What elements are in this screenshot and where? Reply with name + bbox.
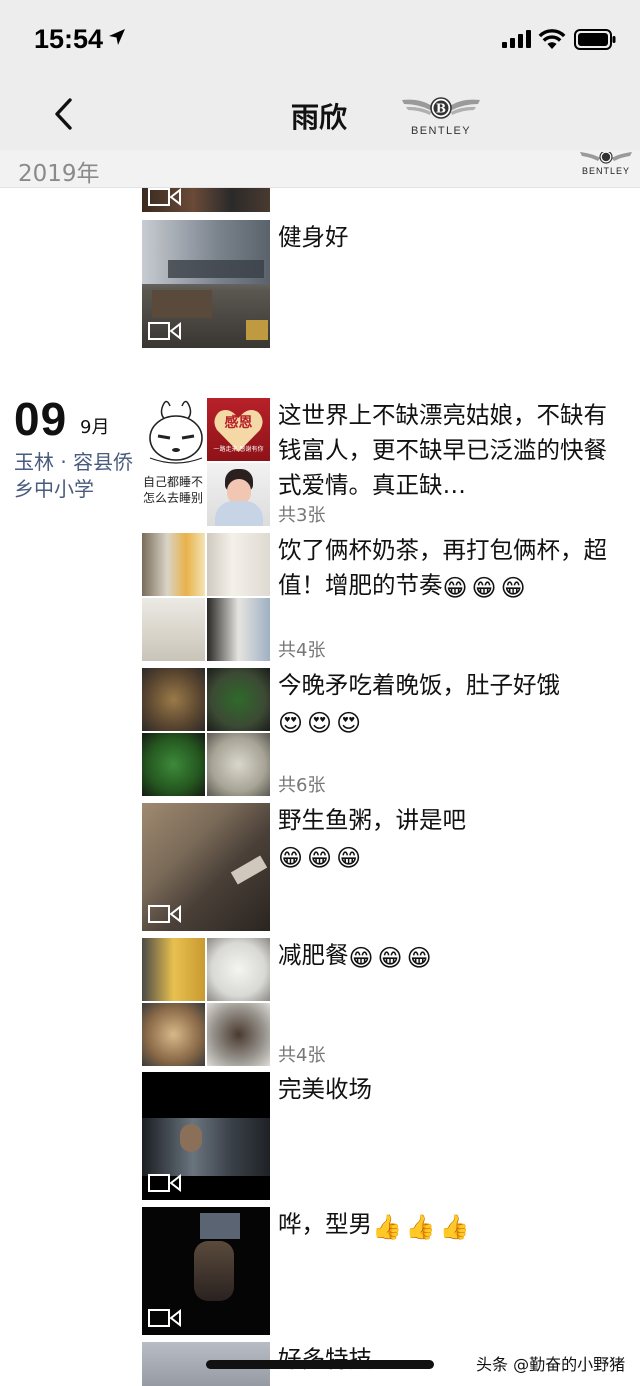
logo-text: BENTLEY (411, 125, 471, 137)
post-text-body: 减肥餐 (278, 941, 349, 969)
status-time: 15:54 (34, 24, 104, 54)
post-text[interactable]: 哗，型男👍 👍 👍 (278, 1207, 624, 1242)
video-thumbnail[interactable] (142, 188, 270, 212)
video-camera-icon (148, 1309, 181, 1327)
grin-emoji: 😁 (336, 844, 362, 872)
page-title: 雨欣 (290, 101, 347, 134)
cellular-signal-icon (502, 30, 531, 48)
grin-emoji: 😁 (500, 574, 526, 602)
year-header: 2019年 BENTLEY (0, 150, 640, 188)
video-camera-icon (148, 1174, 181, 1192)
post-text[interactable]: 完美收场 (278, 1072, 624, 1107)
photo-thumbnail: 自己都睡不怎么去睡别 (142, 398, 205, 526)
heart-eyes-emoji: 😍 (336, 709, 362, 737)
location-link[interactable]: 玉林 · 容县侨乡中小学 (14, 449, 138, 503)
video-camera-icon (148, 322, 181, 340)
post-text-body: 野生鱼粥，讲是吧 (278, 806, 466, 834)
wifi-icon (538, 29, 566, 49)
cartoon-bunny-sticker (149, 400, 203, 464)
photo-thumbnail (207, 938, 270, 1001)
photo-thumbnail (207, 733, 270, 796)
svg-text:B: B (436, 102, 446, 116)
photo-grid[interactable]: 自己都睡不怎么去睡别 感恩 一路走来 感谢有你 (142, 398, 270, 526)
grin-emoji: 😁 (471, 574, 497, 602)
photo-thumbnail (207, 668, 270, 731)
thumbs-up-emoji: 👍 (439, 1213, 470, 1241)
post-text[interactable]: 健身好 (278, 220, 624, 255)
video-camera-icon (148, 188, 181, 206)
thumbs-up-emoji: 👍 (372, 1213, 402, 1241)
grin-emoji: 😁 (348, 944, 374, 972)
card-subtitle: 一路走来 感谢有你 (213, 446, 264, 453)
video-camera-icon (148, 905, 181, 923)
logo-text-small: BENTLEY (582, 166, 630, 176)
grin-emoji: 😁 (406, 944, 432, 972)
bentley-logo: B BENTLEY (402, 97, 480, 137)
post-text-body: 今晚矛吃着晚饭，肚子好饿 (278, 671, 560, 699)
video-thumbnail[interactable] (142, 220, 270, 348)
watermark: 头条 @勤奋的小野猪 (476, 1355, 626, 1374)
photo-thumbnail (207, 533, 270, 596)
photo-thumbnail (142, 938, 205, 1001)
post-text[interactable]: 今晚矛吃着晚饭，肚子好饿 😍 😍 😍 (278, 668, 624, 738)
post-text[interactable]: 减肥餐😁 😁 😁 (278, 938, 624, 973)
photo-grid[interactable] (142, 533, 270, 661)
photo-thumbnail (142, 733, 205, 796)
post-text[interactable]: 野生鱼粥，讲是吧 😁 😁 😁 (278, 803, 624, 873)
photo-count: 共3张 (278, 505, 326, 526)
grin-emoji: 😁 (307, 844, 333, 872)
video-thumbnail[interactable] (142, 803, 270, 931)
card-title: 感恩 (224, 415, 253, 431)
photo-count: 共6张 (278, 775, 326, 796)
date-month: 9月 (80, 417, 110, 438)
sticker-caption: 自己都睡不怎么去睡别 (143, 475, 204, 505)
photo-count: 共4张 (278, 640, 326, 661)
battery-icon (574, 29, 616, 50)
post-text-body: 哗，型男 (278, 1210, 372, 1238)
date-day: 09 (14, 393, 68, 445)
post-text[interactable]: 饮了俩杯奶茶，再打包俩杯，超值！增肥的节奏😁 😁 😁 (278, 533, 624, 603)
photo-thumbnail (207, 463, 270, 526)
post-text[interactable]: 这世界上不缺漂亮姑娘，不缺有钱富人，更不缺早已泛滥的快餐式爱情。真正缺… (278, 398, 624, 503)
photo-thumbnail (207, 1003, 270, 1066)
heart-eyes-emoji: 😍 (278, 709, 304, 737)
video-thumbnail[interactable] (142, 1207, 270, 1335)
home-indicator[interactable] (206, 1360, 434, 1369)
location-arrow-icon (109, 29, 125, 45)
photo-count: 共4张 (278, 1045, 326, 1066)
photo-thumbnail (142, 1003, 205, 1066)
photo-thumbnail (142, 598, 205, 661)
grin-emoji: 😁 (442, 574, 468, 602)
photo-thumbnail (142, 533, 205, 596)
photo-thumbnail (207, 598, 270, 661)
nav-bar: 雨欣 B BENTLEY (0, 80, 640, 150)
heart-eyes-emoji: 😍 (307, 709, 333, 737)
grin-emoji: 😁 (278, 844, 304, 872)
status-bar: 15:54 (0, 0, 640, 80)
photo-grid[interactable] (142, 668, 270, 796)
thumbs-up-emoji: 👍 (405, 1213, 436, 1241)
photo-thumbnail (142, 668, 205, 731)
year-label: 2019年 (18, 161, 100, 187)
bentley-logo-small: BENTLEY (580, 152, 632, 176)
video-thumbnail[interactable] (142, 1072, 270, 1200)
photo-grid[interactable] (142, 938, 270, 1066)
grin-emoji: 😁 (377, 944, 403, 972)
photo-thumbnail: 感恩 一路走来 感谢有你 (207, 398, 270, 461)
moments-album-list[interactable]: 健身好 09 9月 玉林 · 容县侨乡中小学 自己都睡不怎么去睡别 感恩 一路走… (0, 188, 640, 1386)
